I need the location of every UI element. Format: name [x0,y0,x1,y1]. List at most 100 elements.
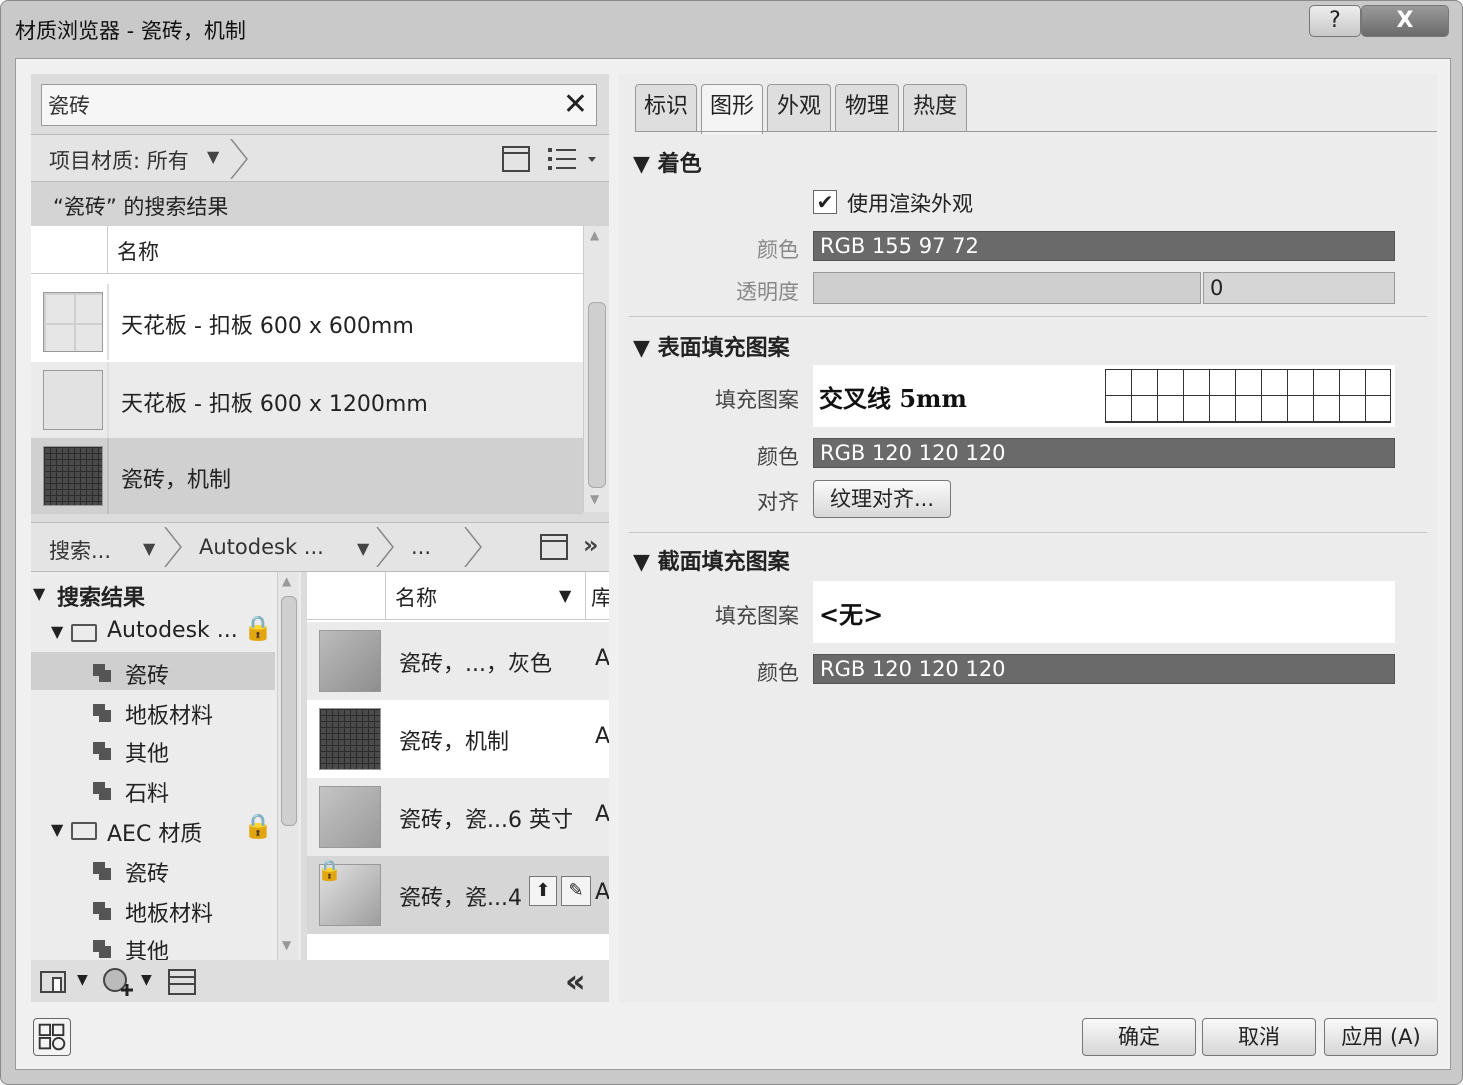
tree-item-selected[interactable]: 瓷砖 [31,652,275,690]
list-item[interactable]: 天花板 - 扣板 600 x 1200mm [31,362,583,438]
surface-pattern-label: 填充图案 [715,388,799,412]
scroll-thumb[interactable] [281,596,297,826]
dropdown-arrow-icon[interactable]: ▼ [357,539,369,558]
cut-pattern-section-title[interactable]: ▼ 截面填充图案 [633,544,790,576]
library-tree: ▼ 搜索结果 ▼ Autodesk ... 🔒 瓷砖 地板材料 其他 石料 ▼ … [31,572,301,960]
tree-group-autodesk[interactable]: ▼ Autodesk ... 🔒 [31,612,275,650]
library-crumb-autodesk[interactable]: Autodesk ... [199,535,324,559]
category-icon [93,940,111,958]
cancel-button[interactable]: 取消 [1202,1018,1316,1056]
surface-color-swatch[interactable]: RGB 120 120 120 [813,438,1395,468]
surface-pattern-section-title[interactable]: ▼ 表面填充图案 [633,330,790,362]
list-item[interactable]: 天花板 - 扣板 600 x 600mm [31,284,583,360]
library-crumb-search[interactable]: 搜索... [49,535,111,565]
library-manage-icon[interactable] [39,968,73,996]
shading-color-swatch[interactable]: RGB 155 97 72 [813,231,1395,261]
scroll-up-icon[interactable]: ▲ [590,228,599,242]
list-item[interactable]: 瓷砖，机制 A [307,700,609,778]
search-results-title: “瓷砖” 的搜索结果 [53,195,229,219]
ok-button[interactable]: 确定 [1082,1018,1196,1056]
dropdown-arrow-icon[interactable]: ▼ [77,972,88,988]
use-render-appearance-checkbox[interactable]: ✔ [813,190,837,214]
apply-button[interactable]: 应用 (A) [1324,1018,1438,1056]
shading-section-title[interactable]: ▼ 着色 [633,146,702,178]
library-material-list: 名称 ▼ 库 瓷砖，...，灰色 A 瓷砖，机制 A 瓷砖，瓷...6 英寸 A… [307,572,609,960]
panel-toggle-icon[interactable] [501,145,531,173]
search-input[interactable] [48,89,548,121]
dropdown-arrow-icon[interactable]: ▼ [143,539,155,558]
tree-group-label: Autodesk ... [107,618,238,643]
surface-pattern-field[interactable]: 交叉线 5mm [813,365,1395,427]
help-button[interactable]: ? [1309,5,1361,37]
dropdown-arrow-icon[interactable]: ▼ [141,972,152,988]
list-item-selected[interactable]: 瓷砖，机制 [31,438,583,514]
tree-group-aec[interactable]: ▼ AEC 材质 🔒 [31,810,275,848]
view-options-icon[interactable] [546,145,602,173]
column-library-header[interactable]: 库 [591,582,609,612]
tree-item[interactable]: 瓷砖 [31,850,275,888]
tab-graphics[interactable]: 图形 [701,84,763,134]
bottom-toolbar: ▼ ▼ « [31,960,609,1002]
sort-arrow-icon[interactable]: ▼ [559,586,571,605]
tree-item-label: 其他 [125,940,170,960]
dropdown-arrow-icon[interactable]: ▼ [207,147,219,166]
scroll-thumb[interactable] [588,302,606,488]
tree-item[interactable]: 地板材料 [31,890,275,928]
transparency-value-field[interactable]: 0 [1203,272,1395,304]
shading-color-label: 颜色 [757,238,799,262]
scroll-down-icon[interactable]: ▼ [590,492,599,506]
tab-physical[interactable]: 物理 [835,84,899,132]
tree-item-label: 其他 [125,742,170,767]
breadcrumb-chevron-icon [464,527,482,567]
surface-color-label: 颜色 [757,445,799,469]
cut-pattern-name: <无> [819,600,884,629]
create-material-icon[interactable] [101,966,135,998]
library-crumb-more[interactable]: ... [411,535,431,559]
asset-browser-icon[interactable] [167,968,197,996]
material-name: 瓷砖，瓷...4 [399,886,522,911]
column-name-header[interactable]: 名称 [395,582,437,612]
clear-search-icon[interactable]: ✕ [563,87,588,122]
tree-item[interactable]: 地板材料 [31,692,275,730]
tree-scrollbar[interactable]: ▲ ▼ [277,572,299,960]
cut-pattern-field[interactable]: <无> [813,581,1395,643]
scroll-up-icon[interactable]: ▲ [282,574,291,588]
list-item[interactable]: 瓷砖，瓷...6 英寸 A [307,778,609,856]
list-item-hover[interactable]: 🔒 瓷砖，瓷...4 ⬆ ✎ A [307,856,609,934]
more-icon[interactable]: » [583,531,599,559]
tab-thermal[interactable]: 热度 [903,84,967,132]
transparency-slider[interactable] [813,272,1201,304]
tab-identity[interactable]: 标识 [635,84,697,132]
tree-root[interactable]: ▼ 搜索结果 [31,574,275,612]
panel-toggle-icon[interactable] [539,533,569,561]
collapse-arrow-icon[interactable]: ▼ [51,622,63,641]
material-library: A [595,802,609,827]
tree-item-label: 瓷砖 [125,664,170,689]
tree-item[interactable]: 其他 [31,928,275,960]
close-button[interactable]: X [1361,5,1449,37]
collapse-panel-icon[interactable]: « [565,962,586,1000]
dialog-client: ✕ 项目材质: 所有 ▼ “瓷砖” 的搜索结果 名称 [15,58,1451,1070]
add-to-document-icon[interactable]: ⬆ [529,876,557,906]
material-library: A [595,724,609,749]
project-filter-dropdown[interactable]: 项目材质: 所有 [49,145,189,175]
tree-item[interactable]: 石料 [31,770,275,808]
list-item[interactable]: 瓷砖，...，灰色 A [307,622,609,700]
collapse-arrow-icon[interactable]: ▼ [33,584,45,603]
search-box: ✕ [41,84,597,126]
project-list-scrollbar[interactable]: ▲ ▼ [583,226,609,512]
tab-appearance[interactable]: 外观 [767,84,831,132]
scroll-down-icon[interactable]: ▼ [282,938,291,952]
cut-color-swatch[interactable]: RGB 120 120 120 [813,654,1395,684]
tree-group-label: AEC 材质 [107,822,203,847]
texture-alignment-button[interactable]: 纹理对齐... [813,480,951,518]
material-name: 瓷砖，...，灰色 [399,652,552,677]
tree-item[interactable]: 其他 [31,730,275,768]
collapse-arrow-icon[interactable]: ▼ [51,820,63,839]
toggle-browser-icon[interactable] [33,1018,71,1056]
cut-pattern-label: 填充图案 [715,604,799,628]
edit-material-icon[interactable]: ✎ [561,876,591,906]
category-icon [93,862,111,880]
column-name-header[interactable]: 名称 [117,236,159,266]
alignment-label: 对齐 [757,490,799,514]
